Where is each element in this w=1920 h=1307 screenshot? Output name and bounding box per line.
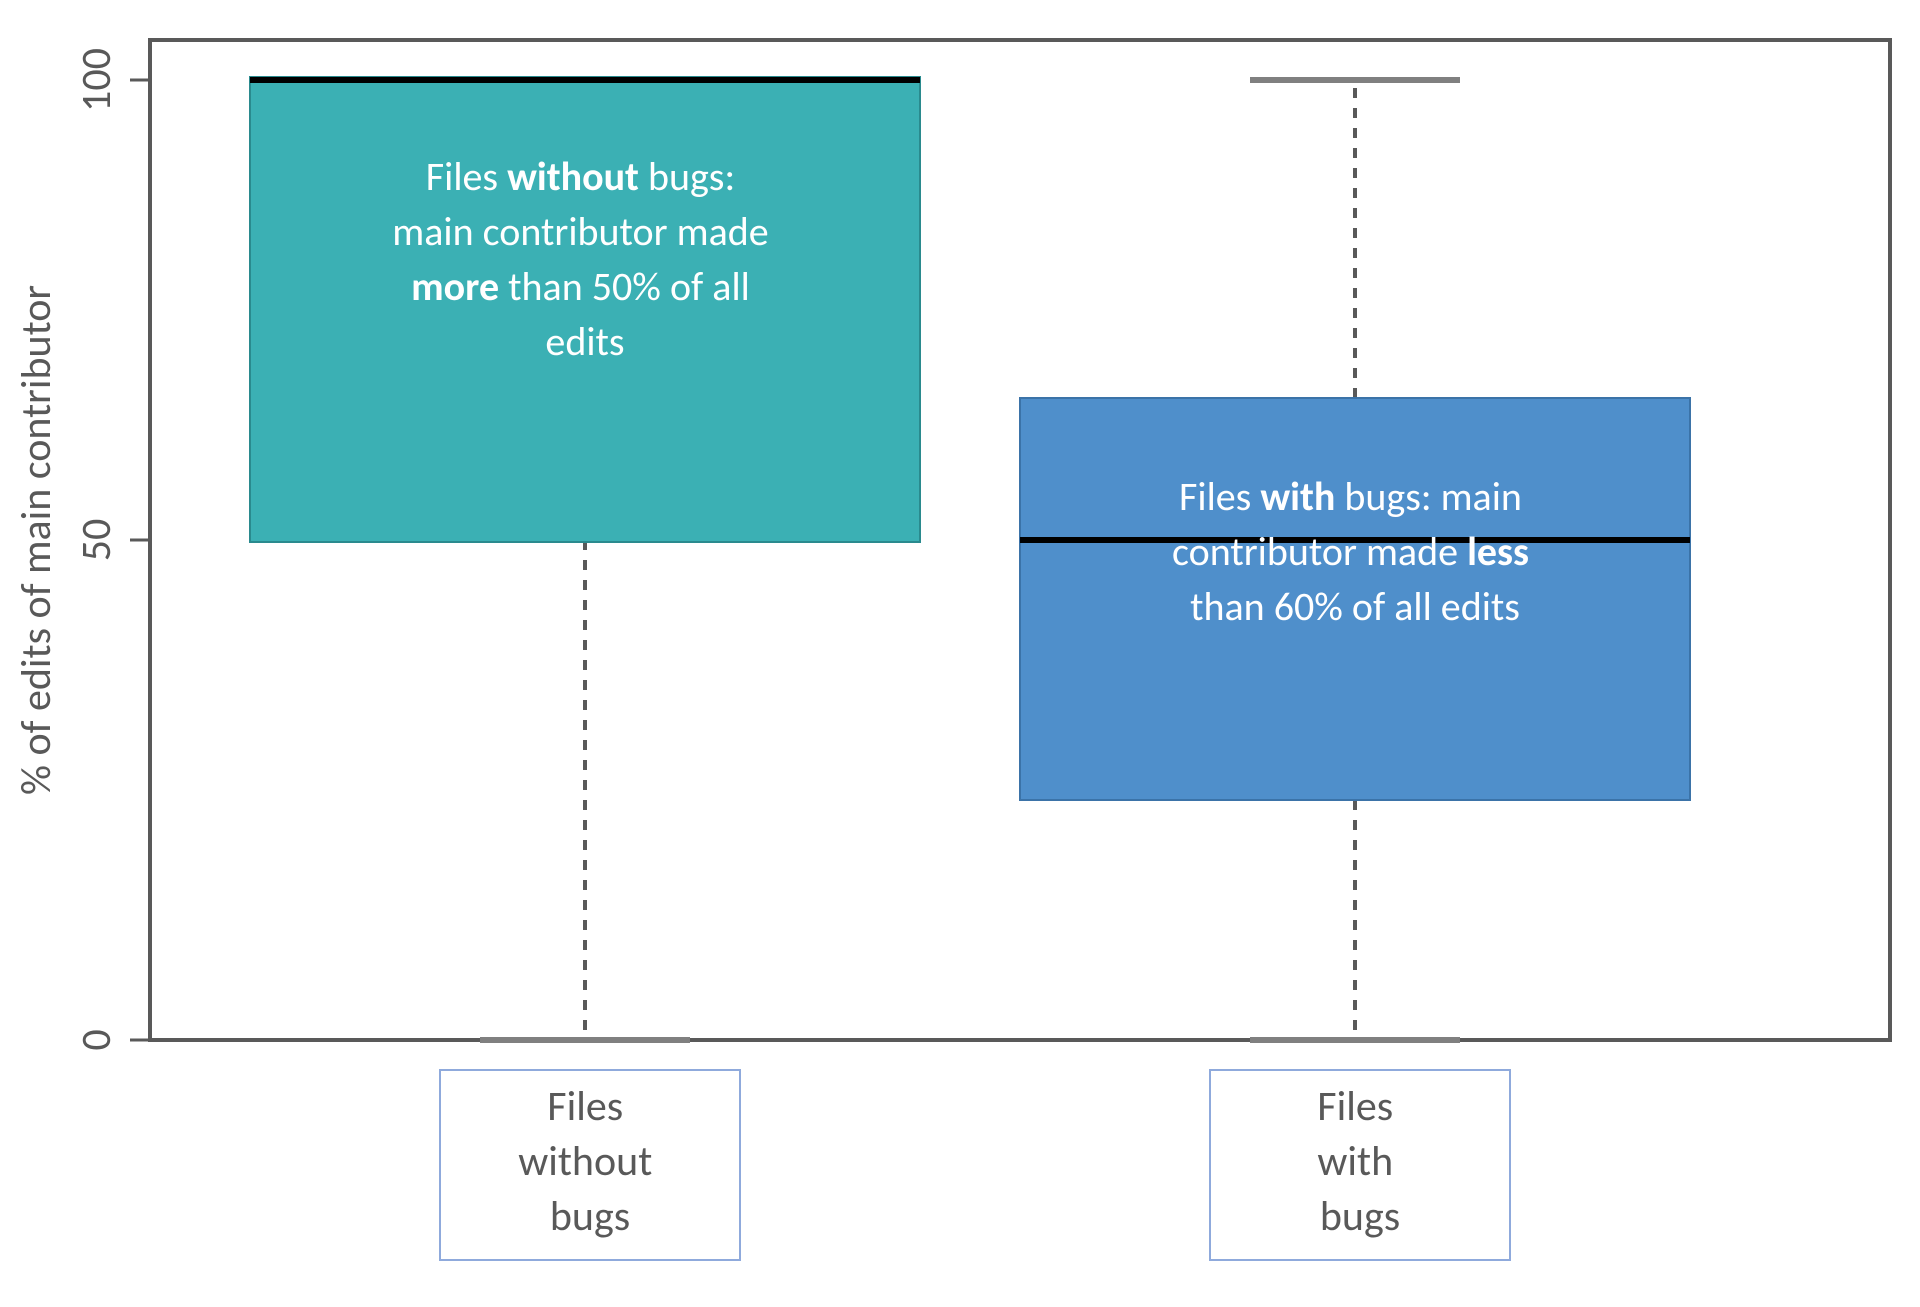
svg-text:Files with bugs: Files with bugs	[1317, 1081, 1402, 1242]
annot-with: Files with bugs: main contributor made l…	[1172, 472, 1538, 631]
boxplot-chart: 0 50 100 % of edits of main contributor …	[0, 0, 1920, 1307]
y-tick-2: 100	[71, 48, 122, 112]
y-axis-label: % of edits of main contributor	[11, 285, 62, 795]
y-axis: 0 50 100	[71, 48, 150, 1051]
y-tick-0: 0	[71, 1029, 122, 1050]
y-tick-1: 50	[71, 519, 122, 562]
x-category-without: Files without bugs	[440, 1070, 740, 1260]
box-without-bugs: Files without bugs: main contributor mad…	[250, 77, 920, 1040]
box-with-bugs: Files with bugs: main contributor made l…	[1020, 80, 1690, 1040]
x-category-with: Files with bugs	[1210, 1070, 1510, 1260]
